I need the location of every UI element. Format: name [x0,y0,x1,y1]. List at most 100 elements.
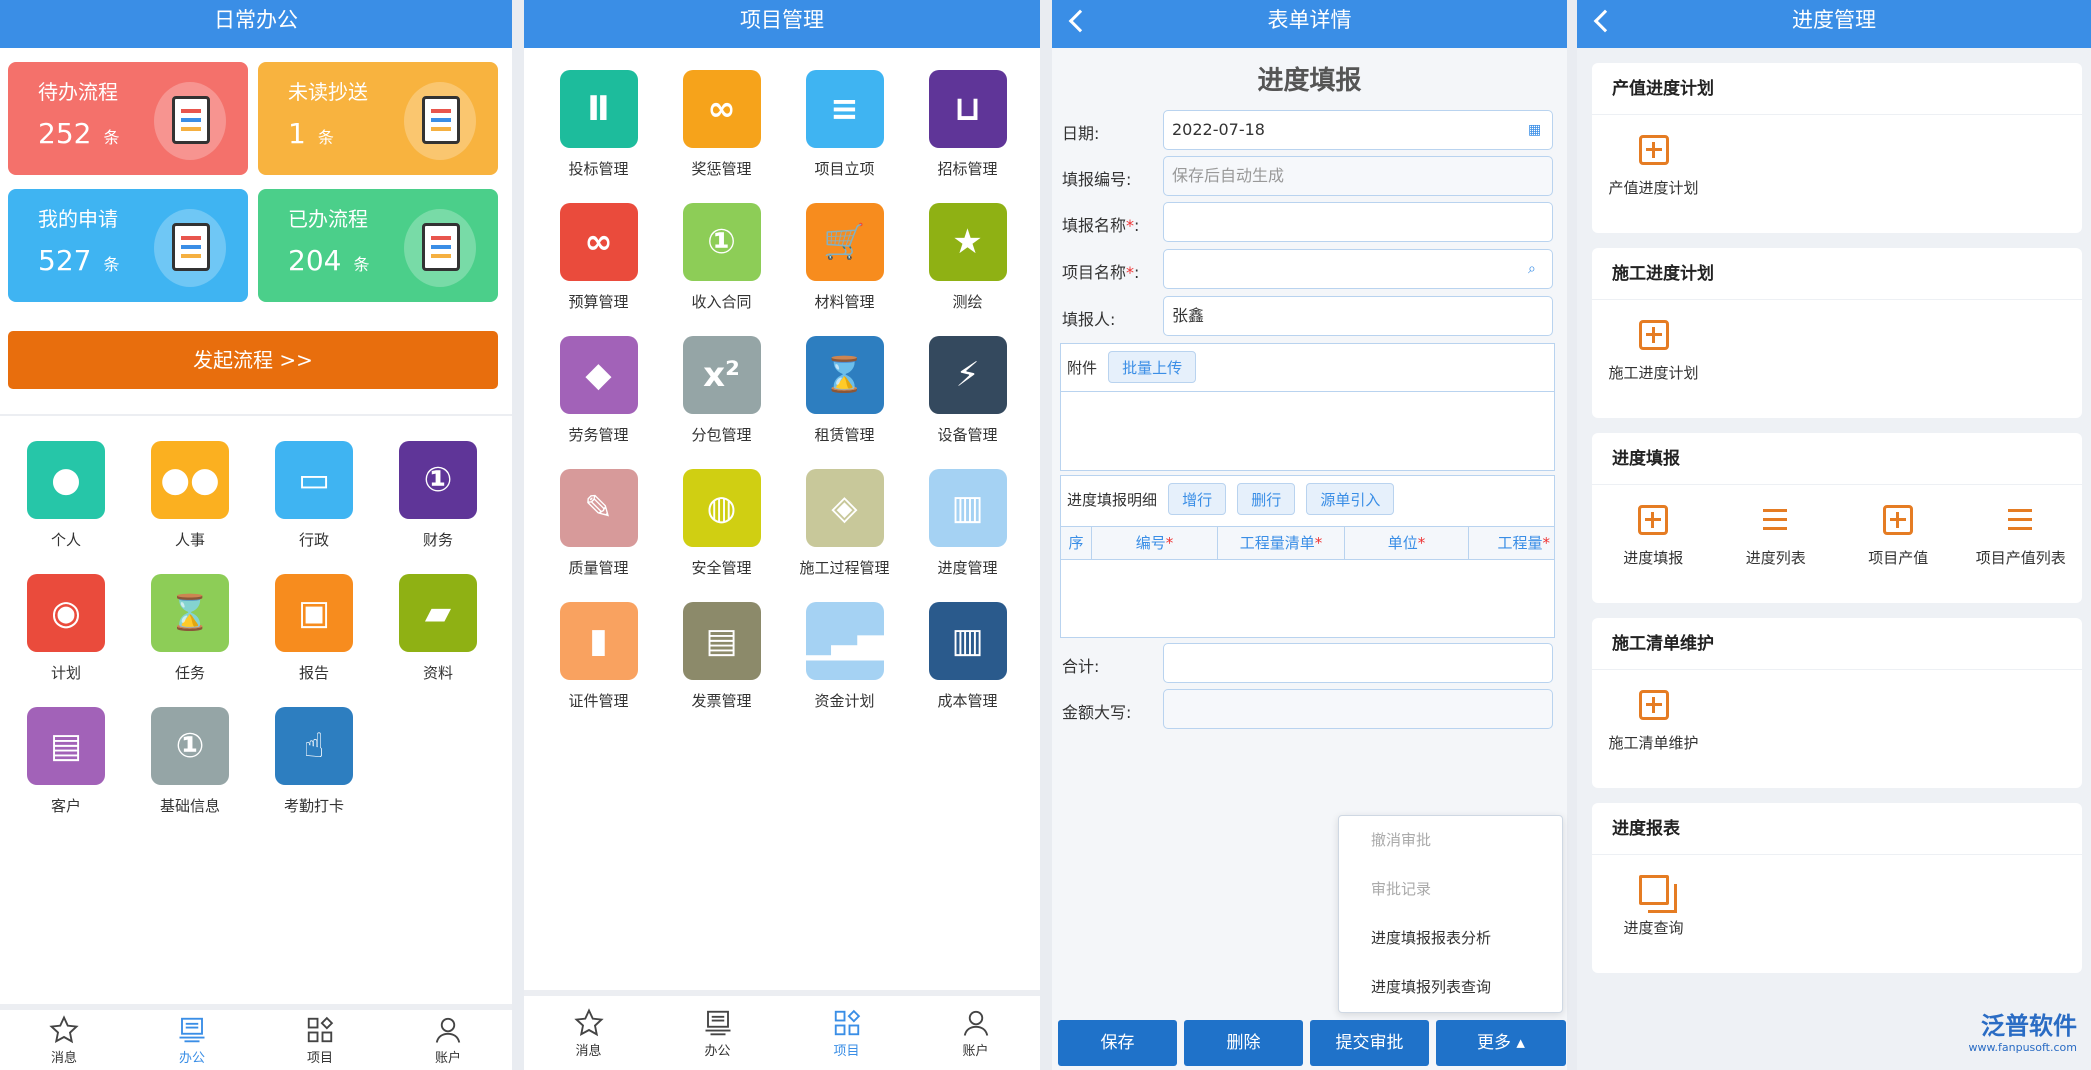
road-icon: Ⅱ [559,70,638,148]
tab-project[interactable]: 项目 [782,996,911,1070]
user-icon [435,1017,461,1043]
tab-project[interactable]: 项目 [256,1010,384,1070]
app-tile[interactable]: Ⅱ 投标管理 [537,70,660,179]
app-tile[interactable]: ▥ 成本管理 [906,602,1029,711]
tab-label: 消息 [50,1050,77,1066]
item-project-output[interactable]: 项目产值 [1837,505,1960,568]
project-field[interactable]: ⌕ [1163,249,1553,289]
app-tile[interactable]: ●● 人事 [128,441,252,550]
app-label: 基础信息 [159,797,220,815]
tab-account[interactable]: 账户 [911,996,1040,1070]
menu-item-report-analysis[interactable]: 进度填报报表分析 [1339,914,1562,963]
app-label: 计划 [50,664,81,682]
app-label: 项目立项 [814,160,875,178]
menu-item-list-query[interactable]: 进度填报列表查询 [1339,963,1562,1012]
group-icon: ●● [151,441,229,519]
app-tile[interactable]: ☝ 考勤打卡 [252,707,376,816]
app-tile[interactable]: ▰ 资料 [376,574,500,683]
app-tile[interactable]: ① 收入合同 [660,203,783,312]
menu-item-approval-log[interactable]: 审批记录 [1339,865,1562,914]
item-output-plan[interactable]: 产值进度计划 [1592,135,1715,198]
person-icon: ● [27,441,105,519]
date-field[interactable]: 2022-07-18 ▦ [1163,110,1553,150]
app-tile[interactable]: ∞ 奖惩管理 [660,70,783,179]
office-tabbar: 消息 办公 项目 账户 [0,1004,512,1070]
tab-office[interactable]: 办公 [653,996,782,1070]
app-tile[interactable]: 🛒 材料管理 [783,203,906,312]
card-done[interactable]: 已办流程 204 条 [258,189,498,302]
app-label: 报告 [298,664,329,682]
app-tile[interactable]: ▮ 证件管理 [537,602,660,711]
item-bill-maintenance[interactable]: 施工清单维护 [1592,690,1715,753]
code-label: 填报编号: [1062,170,1132,189]
app-label: 招标管理 [937,160,998,178]
app-tile[interactable]: ▁▃▅ 资金计划 [783,602,906,711]
card-unit: 条 [103,255,120,274]
batch-upload-button[interactable]: 批量上传 [1108,351,1197,383]
page-title: 进度管理 [1792,8,1876,32]
import-source-button[interactable]: 源单引入 [1306,483,1395,515]
add-row-button[interactable]: 增行 [1168,483,1227,515]
card-pending[interactable]: 待办流程 252 条 [8,62,248,175]
app-tile[interactable]: ✎ 质量管理 [537,469,660,578]
desk-icon [705,1010,730,1035]
card-unread[interactable]: 未读抄送 1条 [258,62,498,175]
app-tile[interactable]: ◈ 施工过程管理 [783,469,906,578]
app-tile[interactable]: ≡ 项目立项 [783,70,906,179]
app-tile[interactable]: ▭ 行政 [252,441,376,550]
card-count: 204 [288,244,342,277]
app-tile[interactable]: ▤ 发票管理 [660,602,783,711]
tab-messages[interactable]: 消息 [524,996,653,1070]
section-title: 进度填报 [1592,433,2082,485]
item-project-output-list[interactable]: 项目产值列表 [1960,505,2083,568]
card-my-apply[interactable]: 我的申请 527 条 [8,189,248,302]
delete-row-button[interactable]: 删行 [1237,483,1296,515]
item-progress-query[interactable]: 进度查询 [1592,875,1715,938]
app-tile[interactable]: ⌛ 租赁管理 [783,336,906,445]
app-label: 奖惩管理 [691,160,752,178]
divider [0,414,512,416]
app-tile[interactable]: ★ 测绘 [906,203,1029,312]
col-qty: 工程量* [1497,534,1550,552]
app-tile[interactable]: ⌛ 任务 [128,574,252,683]
submit-approval-button[interactable]: 提交审批 [1310,1020,1429,1066]
plug-icon: ⚡ [928,336,1007,414]
delete-button[interactable]: 删除 [1184,1020,1303,1066]
app-tile[interactable]: x² 分包管理 [660,336,783,445]
item-progress-report[interactable]: 进度填报 [1592,505,1715,568]
app-label: 考勤打卡 [283,797,344,815]
app-tile[interactable]: ● 个人 [4,441,128,550]
section-progress-reports: 进度报表 进度查询 [1592,803,2082,973]
tab-office[interactable]: 办公 [128,1010,256,1070]
app-tile[interactable]: ▣ 报告 [252,574,376,683]
app-tile[interactable]: ① 财务 [376,441,500,550]
tab-messages[interactable]: 消息 [0,1010,128,1070]
menu-item-revoke[interactable]: 撤消审批 [1339,816,1562,865]
office-header: 日常办公 [0,0,512,48]
item-construction-plan[interactable]: 施工进度计划 [1592,320,1715,383]
tab-account[interactable]: 账户 [384,1010,512,1070]
app-tile[interactable]: ⊔ 招标管理 [906,70,1029,179]
section-title: 施工清单维护 [1592,618,2082,670]
app-tile[interactable]: ⚡ 设备管理 [906,336,1029,445]
app-tile[interactable]: ▥ 进度管理 [906,469,1029,578]
more-button[interactable]: 更多 ▴ [1436,1020,1566,1066]
app-tile[interactable]: ◆ 劳务管理 [537,336,660,445]
app-tile[interactable]: ① 基础信息 [128,707,252,816]
back-arrow-icon[interactable] [1593,9,1617,33]
app-tile[interactable]: ◍ 安全管理 [660,469,783,578]
search-icon[interactable]: ⌕ [1528,261,1544,277]
app-label: 施工过程管理 [799,559,890,577]
app-tile[interactable]: ∞ 预算管理 [537,203,660,312]
back-arrow-icon[interactable] [1068,9,1092,33]
list-icon [1761,505,1791,535]
item-progress-list[interactable]: 进度列表 [1715,505,1838,568]
save-button[interactable]: 保存 [1058,1020,1177,1066]
copy-icon [1638,875,1677,913]
reporter-field[interactable]: 张鑫 [1163,296,1553,336]
app-tile[interactable]: ▤ 客户 [4,707,128,816]
app-tile[interactable]: ◉ 计划 [4,574,128,683]
start-process-button[interactable]: 发起流程 >> [8,331,498,389]
calendar-icon[interactable]: ▦ [1528,122,1544,138]
name-field[interactable] [1163,202,1553,242]
